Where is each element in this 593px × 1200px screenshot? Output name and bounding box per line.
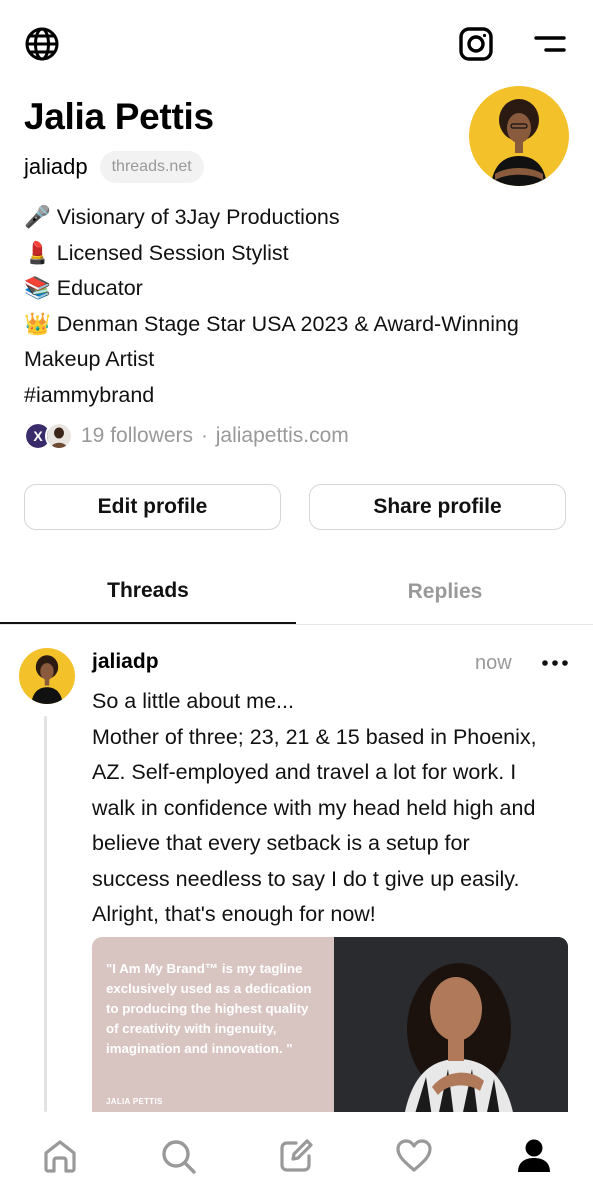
post-avatar[interactable] (19, 648, 75, 704)
tab-replies[interactable]: Replies (297, 560, 593, 624)
more-options-icon[interactable] (540, 648, 570, 678)
heart-icon[interactable] (392, 1134, 436, 1178)
bio-line: 💄 Licensed Session Stylist (24, 240, 289, 265)
post-line: believe that every setback is a setup fo… (92, 831, 470, 855)
profile-name: Jalia Pettis (24, 96, 214, 137)
menu-icon[interactable] (530, 28, 570, 60)
instagram-icon[interactable] (456, 24, 496, 64)
bio-line: 👑 Denman Stage Star USA 2023 & Award-Win… (24, 311, 519, 336)
post-line: AZ. Self-employed and travel a lot for w… (92, 760, 517, 784)
followers-count[interactable]: 19 followers (81, 424, 193, 448)
quote-panel: "I Am My Brand™ is my tagline exclusivel… (92, 937, 334, 1117)
post-timestamp: now (475, 652, 512, 674)
follower-avatars[interactable]: X (24, 422, 73, 450)
tab-threads[interactable]: Threads (0, 560, 296, 624)
bio: 🎤 Visionary of 3Jay Productions 💄 Licens… (24, 200, 569, 413)
post-line: So a little about me... (92, 689, 294, 713)
post-line: Mother of three; 23, 21 & 15 based in Ph… (92, 724, 537, 749)
post-line: Alright, that's enough for now! (92, 902, 376, 926)
quote-text: "I Am My Brand™ is my tagline exclusivel… (106, 961, 312, 1056)
avatar[interactable] (469, 86, 569, 186)
separator-dot: · (201, 424, 208, 447)
compose-icon[interactable] (274, 1134, 318, 1178)
post-line: walk in confidence with my head held hig… (92, 795, 536, 820)
post-image[interactable]: "I Am My Brand™ is my tagline exclusivel… (92, 937, 568, 1117)
edit-profile-button[interactable]: Edit profile (24, 484, 281, 530)
follower-avatar (45, 422, 73, 450)
search-icon[interactable] (156, 1134, 200, 1178)
books-icon: 📚 (24, 276, 51, 300)
website-link[interactable]: jaliapettis.com (216, 424, 349, 448)
profile-handle: jaliadp (24, 154, 88, 179)
portrait-photo (334, 937, 568, 1117)
home-icon[interactable] (38, 1134, 82, 1178)
post-body: So a little about me... Mother of three;… (92, 684, 572, 933)
domain-badge[interactable]: threads.net (99, 151, 204, 183)
crown-icon: 👑 (24, 311, 51, 336)
tabs-divider (0, 624, 593, 625)
profile-icon[interactable] (512, 1134, 556, 1178)
post-author[interactable]: jaliadp (92, 650, 159, 674)
handle-row: jaliadp threads.net (24, 150, 204, 184)
bio-line: Makeup Artist (24, 347, 155, 371)
lipstick-icon: 💄 (24, 240, 51, 265)
bottom-nav (0, 1112, 593, 1200)
thread-line (44, 716, 47, 1112)
followers-row: X 19 followers · jaliapettis.com (24, 420, 349, 452)
globe-icon[interactable] (22, 24, 62, 64)
bio-line: 🎤 Visionary of 3Jay Productions (24, 205, 340, 229)
quote-author: JALIA PETTIS (106, 1097, 163, 1106)
microphone-icon: 🎤 (24, 205, 51, 229)
post-line: success needless to say I do t give up e… (92, 866, 520, 891)
bio-hashtag[interactable]: #iammybrand (24, 378, 569, 414)
share-profile-button[interactable]: Share profile (309, 484, 566, 530)
svg-text:X: X (33, 428, 43, 444)
bio-line: 📚 Educator (24, 276, 143, 300)
